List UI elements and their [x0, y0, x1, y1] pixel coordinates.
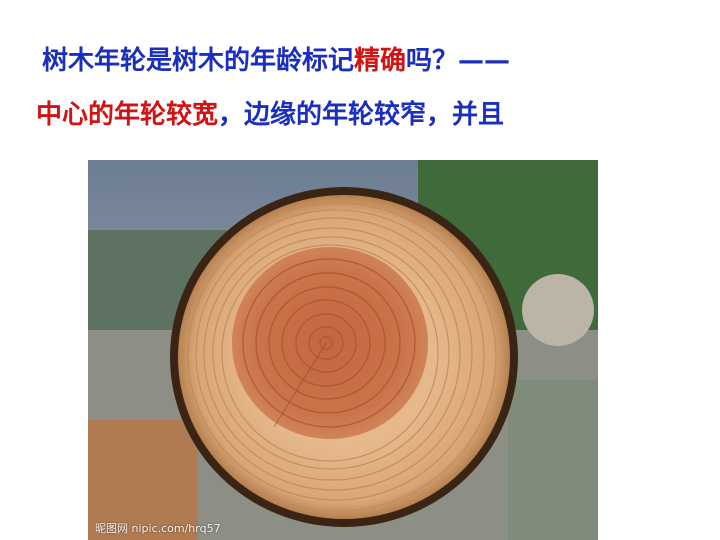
- heading-line-1: 树木年轮是树木的年龄标记精确吗？——: [42, 44, 510, 78]
- heading-line-2-emphasis: 中心的年轮较宽: [36, 100, 219, 130]
- heading-line-1-emphasis: 精确: [354, 46, 407, 76]
- tree-ring-photo: [88, 160, 598, 540]
- heading-line-1-text-b: 吗？——: [406, 46, 511, 76]
- photo-watermark: 昵图网 nipic.com/hrq57: [95, 522, 221, 535]
- heading-line-2: 中心的年轮较宽，边缘的年轮较窄，并且: [36, 98, 504, 132]
- tree-ring-illustration: [88, 160, 598, 540]
- heading-line-1-text-a: 树木年轮是树木的年龄标记: [42, 46, 355, 76]
- heading-line-2-text: ，边缘的年轮较窄，并且: [218, 100, 505, 130]
